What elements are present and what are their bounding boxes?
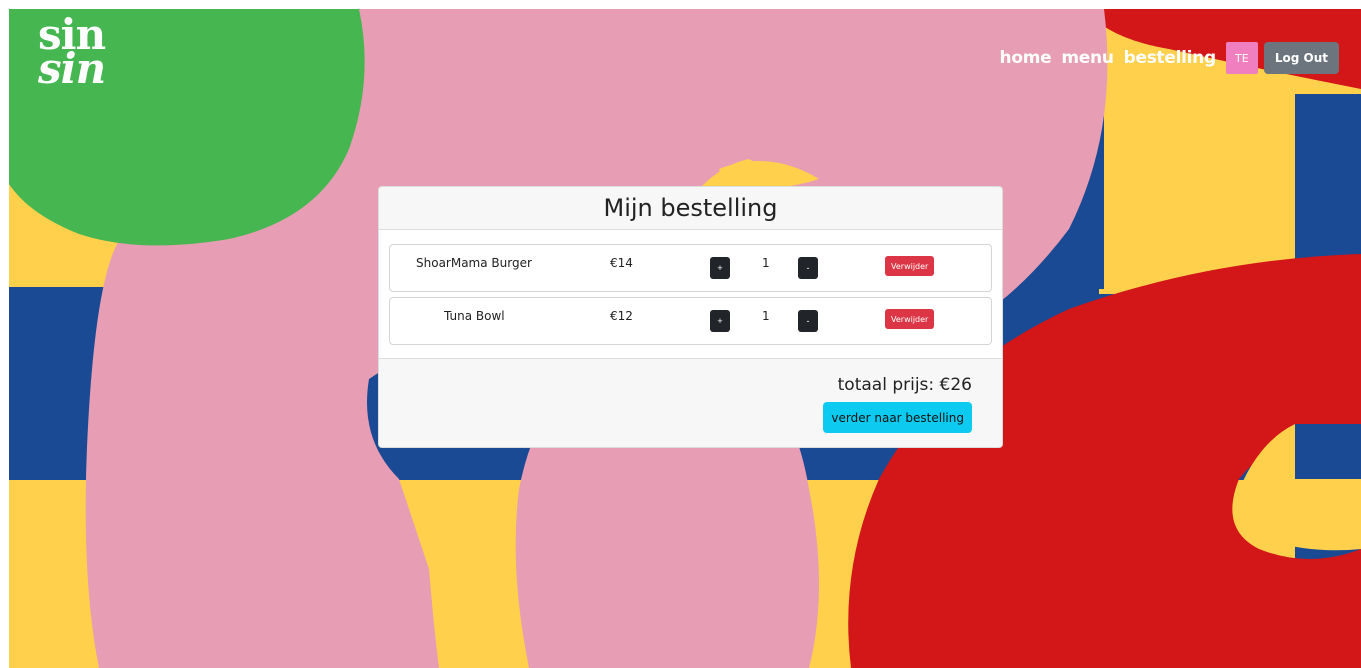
order-items: ShoarMama Burger €14 + 1 - Verwijder Tun… xyxy=(379,230,1002,359)
proceed-to-order-button[interactable]: verder naar bestelling xyxy=(823,402,972,433)
nav-link-home[interactable]: home xyxy=(1000,48,1052,68)
logout-button[interactable]: Log Out xyxy=(1263,42,1339,74)
remove-item-button[interactable]: Verwijder xyxy=(885,256,935,276)
nav-link-bestelling[interactable]: bestelling xyxy=(1124,48,1217,68)
order-total: totaal prijs: €26 xyxy=(837,375,972,395)
decrease-quantity-button[interactable]: - xyxy=(798,310,818,332)
order-title: Mijn bestelling xyxy=(379,187,1002,230)
item-price: €12 xyxy=(610,309,633,323)
nav-link-menu[interactable]: menu xyxy=(1061,48,1114,68)
order-item-row: ShoarMama Burger €14 + 1 - Verwijder xyxy=(389,244,992,292)
increase-quantity-button[interactable]: + xyxy=(710,310,730,332)
brand-line-2: sin xyxy=(38,44,106,93)
increase-quantity-button[interactable]: + xyxy=(710,257,730,279)
item-quantity: 1 xyxy=(762,309,770,323)
order-footer: totaal prijs: €26 verder naar bestelling xyxy=(379,359,1002,448)
item-price: €14 xyxy=(610,256,633,270)
order-item-row: Tuna Bowl €12 + 1 - Verwijder xyxy=(389,297,992,345)
decrease-quantity-button[interactable]: - xyxy=(798,257,818,279)
item-quantity: 1 xyxy=(762,256,770,270)
remove-item-button[interactable]: Verwijder xyxy=(885,309,935,329)
top-nav: home menu bestelling TE Log Out xyxy=(1000,42,1339,74)
item-name: Tuna Bowl xyxy=(444,309,505,323)
brand-logo[interactable]: sin sin xyxy=(38,14,118,93)
item-name: ShoarMama Burger xyxy=(416,256,532,270)
user-avatar[interactable]: TE xyxy=(1225,42,1258,74)
order-card: Mijn bestelling ShoarMama Burger €14 + 1… xyxy=(378,186,1003,448)
